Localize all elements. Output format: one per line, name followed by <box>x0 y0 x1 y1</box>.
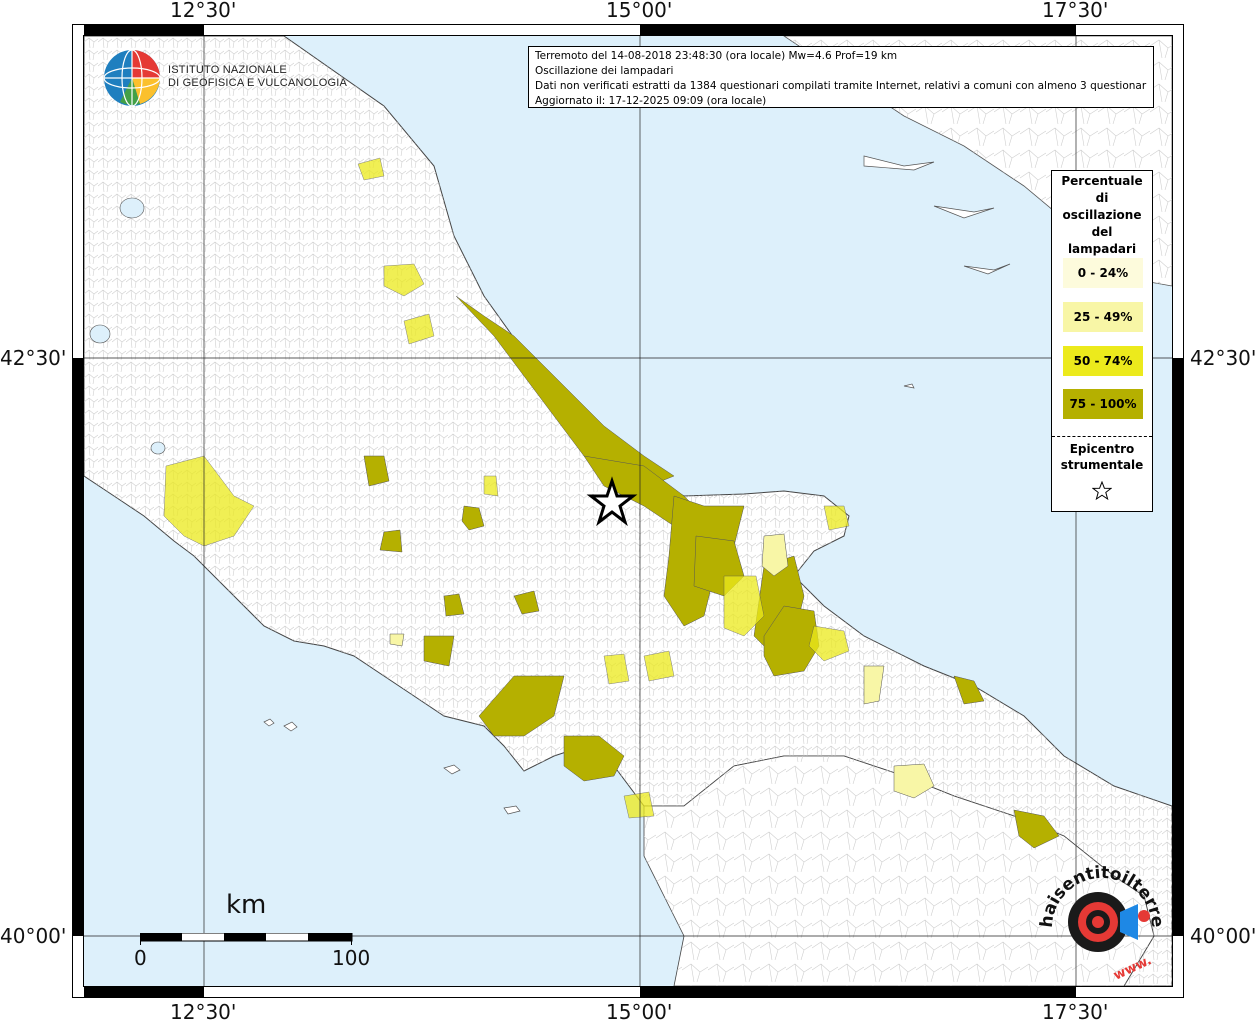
ingv-logo <box>100 46 164 114</box>
legend-item-label: 75 - 100% <box>1069 397 1137 411</box>
lon-label-bottom-2: 15°00' <box>606 1000 673 1024</box>
epicenter-title-line: Epicentro <box>1069 442 1135 456</box>
info-box: Terremoto del 14-08-2018 23:48:30 (ora l… <box>528 46 1154 108</box>
watermark-url: www. <box>1111 953 1154 984</box>
ingv-name-line1: ISTITUTO NAZIONALE <box>168 64 287 76</box>
lat-label-left-2: 40°00' <box>0 924 67 948</box>
legend-title-line: del <box>1091 225 1113 239</box>
legend-title-line: lampadari <box>1067 242 1137 256</box>
globe-icon <box>103 49 161 107</box>
data-note: Dati non verificati estratti da 1384 que… <box>535 80 1147 92</box>
map-area[interactable] <box>84 36 1172 986</box>
legend-item-label: 25 - 49% <box>1073 310 1133 324</box>
legend-item-0-24: 0 - 24% <box>1063 258 1143 288</box>
legend-item-label: 50 - 74% <box>1073 354 1133 368</box>
legend-title-line: oscillazione <box>1062 208 1142 222</box>
hai-sentito-il-terremoto-logo: haisentitoilterremoto.it www. <box>1025 843 1167 992</box>
ingv-name-line2: DI GEOFISICA E VULCANOLOGIA <box>168 77 347 89</box>
scale-bar <box>139 930 354 949</box>
legend-item-25-49: 25 - 49% <box>1063 302 1143 332</box>
lon-label-top-2: 15°00' <box>606 0 673 22</box>
star-icon <box>1092 481 1112 501</box>
epicenter-title-line: strumentale <box>1060 458 1144 472</box>
lat-label-right-1: 42°30' <box>1190 346 1255 370</box>
event-title: Terremoto del 14-08-2018 23:48:30 (ora l… <box>535 50 898 62</box>
lat-label-right-2: 40°00' <box>1190 924 1255 948</box>
legend-item-75-100: 75 - 100% <box>1063 389 1143 419</box>
updated-timestamp: Aggiornato il: 17-12-2025 09:09 (ora loc… <box>535 95 767 107</box>
lon-label-bottom-3: 17°30' <box>1042 1000 1109 1024</box>
epicenter-legend-title: Epicentro strumentale <box>1052 441 1152 473</box>
legend-title-line: di <box>1095 191 1109 205</box>
seismic-speaker-icon: haisentitoilterremoto.it www. <box>1025 843 1167 984</box>
scale-end-label: 100 <box>332 946 371 970</box>
legend-separator <box>1052 436 1152 437</box>
map-subtitle: Oscillazione dei lampadari <box>535 65 674 77</box>
ingv-name: ISTITUTO NAZIONALE DI GEOFISICA E VULCAN… <box>168 64 347 90</box>
lon-label-top-1: 12°30' <box>170 0 237 22</box>
lat-label-left-1: 42°30' <box>0 346 67 370</box>
legend-item-50-74: 50 - 74% <box>1063 346 1143 376</box>
lon-label-bottom-1: 12°30' <box>170 1000 237 1024</box>
legend-item-label: 0 - 24% <box>1077 266 1129 280</box>
scale-unit: km <box>226 890 267 920</box>
legend-title: Percentuale di oscillazione del lampadar… <box>1052 171 1152 258</box>
legend: Percentuale di oscillazione del lampadar… <box>1051 170 1153 512</box>
legend-title-line: Percentuale <box>1061 174 1143 188</box>
lon-label-top-3: 17°30' <box>1042 0 1109 22</box>
scale-start-label: 0 <box>134 946 147 970</box>
